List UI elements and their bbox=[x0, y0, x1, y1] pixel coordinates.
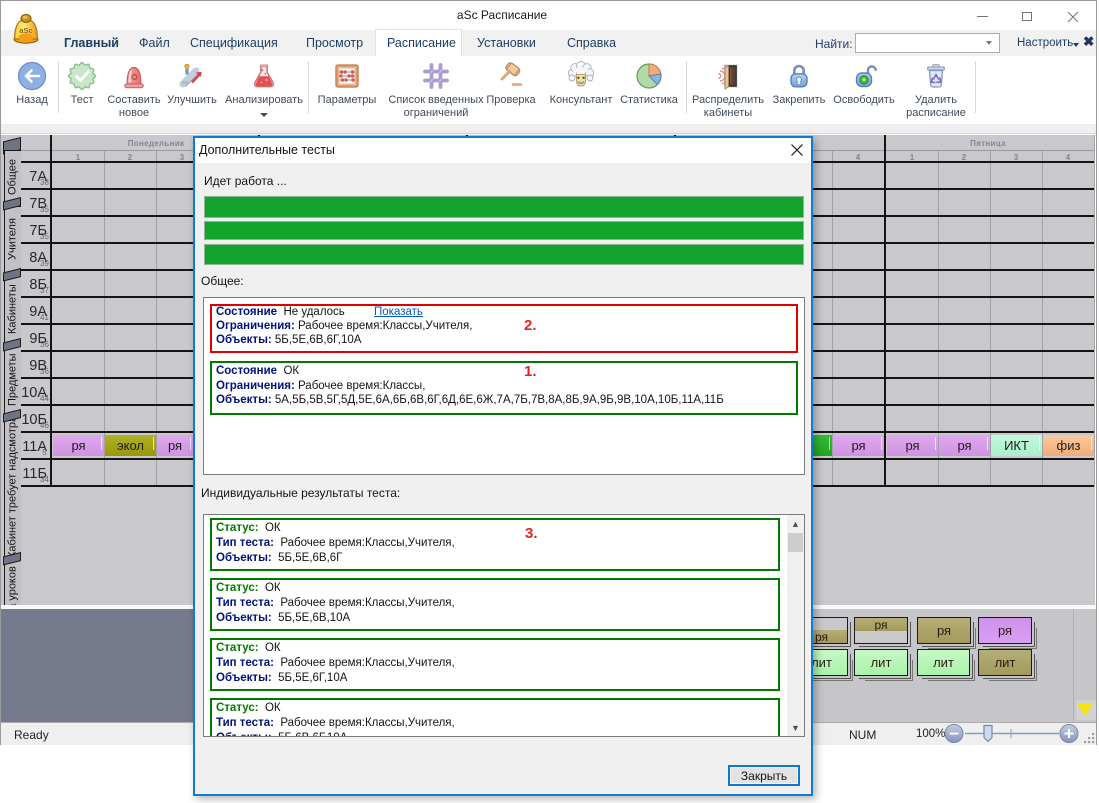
svg-text:aSc: aSc bbox=[19, 26, 32, 35]
